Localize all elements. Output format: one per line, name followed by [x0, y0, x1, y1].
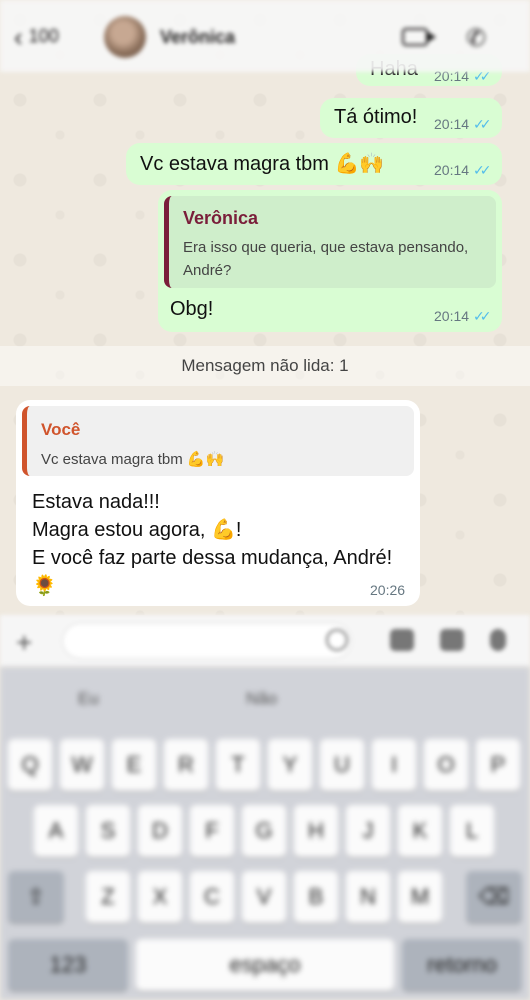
video-call-icon[interactable] [402, 28, 436, 46]
return-key[interactable]: retorno [402, 939, 522, 991]
message-time: 20:14 ✓✓ [434, 162, 492, 179]
unread-divider: Mensagem não lida: 1 [0, 346, 530, 386]
composer-bar: + [0, 615, 530, 667]
key-g[interactable]: G [242, 805, 286, 857]
back-button[interactable]: ‹ 100 [14, 21, 59, 52]
contact-name[interactable]: Verônica [160, 27, 235, 48]
avatar[interactable] [104, 16, 146, 58]
unread-count: 100 [28, 26, 59, 46]
key-i[interactable]: I [372, 739, 416, 791]
time-label: 20:14 [434, 116, 470, 132]
key-t[interactable]: T [216, 739, 260, 791]
quote-text: Vc estava magra tbm 💪🙌 [41, 451, 225, 468]
quoted-message[interactable]: Verônica Era isso que queria, que estava… [164, 196, 496, 288]
key-q[interactable]: Q [8, 739, 52, 791]
chevron-left-icon: ‹ [14, 21, 23, 52]
numbers-key[interactable]: 123 [8, 939, 128, 991]
phone-icon[interactable]: ✆ [466, 24, 488, 52]
space-key[interactable]: espaço [136, 939, 394, 991]
double-check-icon: ✓✓ [473, 116, 492, 132]
key-n[interactable]: N [346, 871, 390, 923]
key-r[interactable]: R [164, 739, 208, 791]
key-d[interactable]: D [138, 805, 182, 857]
backspace-key[interactable]: ⌫ [466, 871, 522, 923]
message-time: 20:26 [370, 582, 406, 598]
microphone-icon[interactable] [490, 629, 506, 651]
key-a[interactable]: A [34, 805, 78, 857]
key-z[interactable]: Z [86, 871, 130, 923]
suggestion-2[interactable]: Não [246, 689, 277, 709]
key-h[interactable]: H [294, 805, 338, 857]
time-label: 20:14 [434, 162, 470, 178]
message-bubble-incoming-reply[interactable]: Você Vc estava magra tbm 💪🙌 Estava nada!… [16, 400, 420, 606]
key-f[interactable]: F [190, 805, 234, 857]
key-x[interactable]: X [138, 871, 182, 923]
key-o[interactable]: O [424, 739, 468, 791]
message-bubble-outgoing[interactable]: Vc estava magra tbm 💪🙌 20:14 ✓✓ [126, 143, 502, 185]
quote-author: Verônica [183, 208, 259, 228]
double-check-icon: ✓✓ [473, 162, 492, 178]
key-c[interactable]: C [190, 871, 234, 923]
quote-text: Era isso que queria, que estava pensando… [183, 239, 469, 279]
message-bubble-outgoing[interactable]: Tá ótimo! 20:14 ✓✓ [320, 98, 502, 138]
sticker-icon[interactable] [326, 629, 348, 651]
key-v[interactable]: V [242, 871, 286, 923]
key-y[interactable]: Y [268, 739, 312, 791]
key-s[interactable]: S [86, 805, 130, 857]
message-text: Tá ótimo! [334, 106, 418, 128]
shift-key[interactable]: ⇧ [8, 871, 64, 923]
unread-label: Mensagem não lida: 1 [181, 356, 349, 375]
message-input[interactable] [62, 623, 352, 659]
key-w[interactable]: W [60, 739, 104, 791]
keyboard: Eu Não Q W E R T Y U I O P A S D F G H J K L ⇧ Z X C V B N M ⌫ 123 es… [0, 667, 530, 1000]
time-label: 20:14 [434, 308, 470, 324]
money-icon[interactable] [390, 629, 414, 651]
key-e[interactable]: E [112, 739, 156, 791]
camera-icon[interactable] [440, 629, 464, 651]
quote-author: Você [41, 420, 81, 439]
chat-header: ‹ 100 Verônica ✆ [0, 0, 530, 72]
message-time: 20:14 ✓✓ [434, 116, 492, 133]
key-u[interactable]: U [320, 739, 364, 791]
message-text: Obg! [170, 298, 214, 320]
key-j[interactable]: J [346, 805, 390, 857]
plus-icon[interactable]: + [16, 627, 32, 659]
suggestion-1[interactable]: Eu [78, 689, 99, 709]
key-k[interactable]: K [398, 805, 442, 857]
key-m[interactable]: M [398, 871, 442, 923]
quoted-message[interactable]: Você Vc estava magra tbm 💪🙌 [22, 406, 414, 476]
key-p[interactable]: P [476, 739, 520, 791]
message-time: 20:14 ✓✓ [434, 308, 492, 325]
message-text: Vc estava magra tbm 💪🙌 [140, 153, 385, 175]
double-check-icon: ✓✓ [473, 308, 492, 324]
message-text: Estava nada!!! Magra estou agora, 💪! E v… [32, 491, 393, 597]
key-b[interactable]: B [294, 871, 338, 923]
message-bubble-outgoing-reply[interactable]: Verônica Era isso que queria, que estava… [158, 190, 502, 332]
key-l[interactable]: L [450, 805, 494, 857]
